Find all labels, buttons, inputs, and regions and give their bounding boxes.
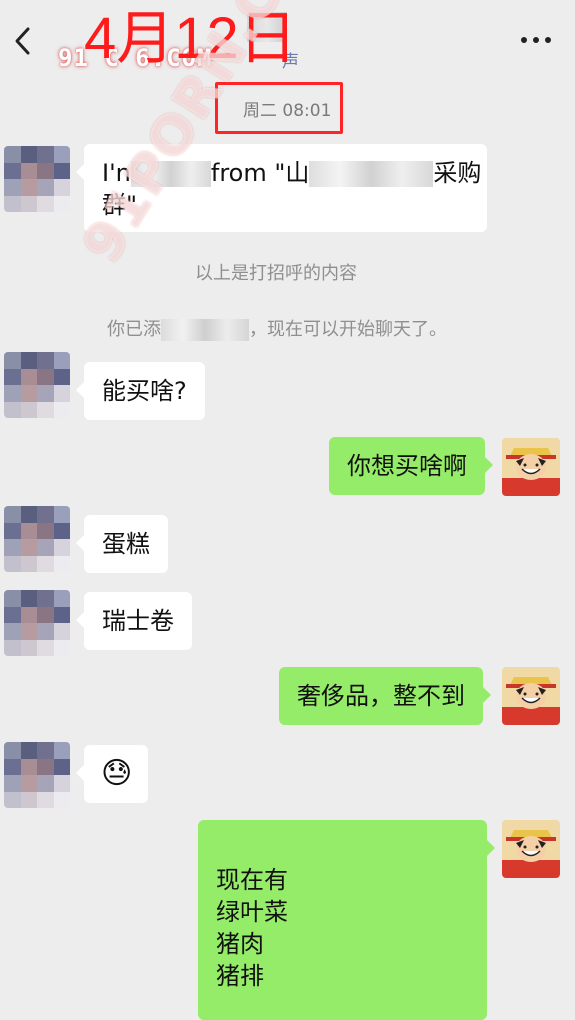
system-note-text: ，现在可以开始聊天了。 [249, 319, 447, 340]
contact-avatar[interactable] [4, 352, 70, 418]
luffy-avatar-icon [502, 820, 560, 878]
more-dots-icon[interactable] [519, 34, 553, 46]
contact-avatar[interactable] [4, 590, 70, 656]
message-line: 绿叶菜 [216, 898, 288, 926]
luffy-avatar-icon [502, 667, 560, 725]
message-line: 猪肉 [216, 930, 264, 958]
message-bubble-self-list[interactable]: 现在有 绿叶菜 猪肉 猪排 [198, 820, 495, 1020]
message-bubble-self[interactable]: 你想买啥啊 [329, 437, 493, 495]
self-avatar[interactable] [502, 667, 560, 725]
contact-avatar[interactable] [4, 146, 70, 212]
message-line: 猪排 [216, 962, 264, 990]
redacted-text [161, 319, 249, 341]
message-text: from "山 [210, 159, 310, 187]
message-timestamp: 周二 08:01 [243, 101, 332, 121]
message-bubble[interactable]: 瑞士卷 [76, 592, 192, 650]
luffy-avatar-icon [502, 438, 560, 496]
system-note-text: 你已添 [107, 319, 161, 340]
message-line: 现在有 [216, 866, 288, 894]
message-text: 瑞士卷 [102, 607, 174, 635]
message-bubble-self[interactable]: 奢侈品，整不到 [279, 667, 491, 725]
contact-avatar[interactable] [4, 506, 70, 572]
system-note-greeting: 以上是打招呼的内容 [195, 263, 357, 284]
message-text: 采购 [433, 159, 482, 187]
sweat-emoji: 😓 [101, 756, 133, 791]
message-text: 奢侈品，整不到 [297, 682, 465, 710]
message-bubble[interactable]: 蛋糕 [76, 515, 168, 573]
message-text: 蛋糕 [102, 530, 150, 558]
contact-avatar[interactable] [4, 742, 70, 808]
self-avatar[interactable] [502, 820, 560, 878]
back-arrow-icon[interactable] [12, 26, 34, 56]
system-note-added: 你已添 ，现在可以开始聊天了。 [107, 315, 447, 341]
message-text: 你想买啥啊 [347, 452, 467, 480]
redacted-text [309, 161, 434, 187]
message-text: 能买啥? [102, 377, 187, 405]
self-avatar[interactable] [502, 438, 560, 496]
message-bubble[interactable]: 😓 [76, 745, 148, 803]
message-bubble[interactable]: 能买啥? [76, 362, 205, 420]
